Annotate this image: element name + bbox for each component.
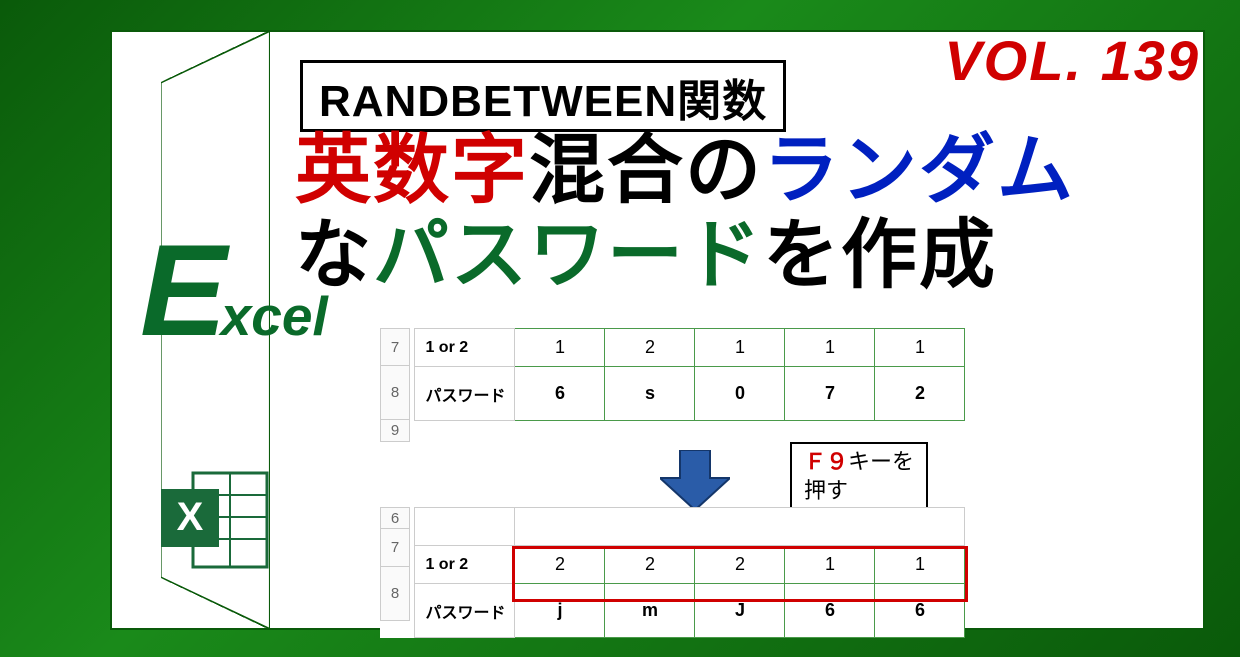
cell: m	[605, 584, 695, 638]
cell: s	[605, 367, 695, 421]
row-label: パスワード	[415, 367, 515, 421]
cell: 6	[785, 584, 875, 638]
volume-label: VOL. 139	[944, 28, 1200, 93]
cell: 2	[875, 367, 965, 421]
f9-key-label: Ｆ９	[804, 449, 848, 474]
grid-after: 1 or 2 2 2 2 1 1 パスワード j m J 6 6	[414, 507, 965, 638]
excel-wordmark: Excel	[140, 225, 328, 355]
cell: 7	[785, 367, 875, 421]
cell: 1	[875, 329, 965, 367]
row-label: パスワード	[415, 584, 515, 638]
row-label: 1 or 2	[415, 546, 515, 584]
cell: j	[515, 584, 605, 638]
headline: 英数字混合のランダム なパスワードを作成	[295, 128, 1075, 298]
headline-part: パスワード	[373, 213, 763, 298]
cell: 6	[875, 584, 965, 638]
excel-E: E	[140, 217, 227, 363]
cell: 2	[515, 546, 605, 584]
row-number: 7	[380, 529, 410, 567]
cell: 2	[695, 546, 785, 584]
cell: J	[695, 584, 785, 638]
cell: 1	[515, 329, 605, 367]
excel-app-icon: X	[155, 465, 275, 575]
row-numbers: 7 8 9	[380, 328, 410, 442]
cell: 2	[605, 546, 695, 584]
arrow-down-icon	[660, 450, 730, 515]
row-number: 8	[380, 366, 410, 420]
headline-part: ランダム	[763, 128, 1075, 213]
headline-part: 英数字	[295, 128, 529, 213]
row-label: 1 or 2	[415, 329, 515, 367]
row-numbers: 6 7 8	[380, 507, 410, 621]
function-name-box: RANDBETWEEN関数	[300, 60, 786, 132]
row-number: 6	[380, 507, 410, 529]
f9-text: 押す	[804, 477, 914, 506]
cell: 1	[695, 329, 785, 367]
cell: 0	[695, 367, 785, 421]
row-number: 8	[380, 567, 410, 621]
excel-xcel: xcel	[221, 285, 328, 347]
row-number: 9	[380, 420, 410, 442]
headline-part: 混合の	[529, 128, 763, 213]
cell: 2	[605, 329, 695, 367]
spreadsheet-after: 6 7 8 1 or 2 2 2 2 1 1 パスワード j m J 6 6	[380, 507, 965, 638]
headline-part: を作成	[763, 213, 997, 298]
cell: 1	[785, 329, 875, 367]
cell: 6	[515, 367, 605, 421]
grid-before: 1 or 2 1 2 1 1 1 パスワード 6 s 0 7 2	[414, 328, 965, 421]
cell: 1	[875, 546, 965, 584]
cell: 1	[785, 546, 875, 584]
f9-instruction: Ｆ９キーを 押す	[790, 442, 928, 511]
row-number: 7	[380, 328, 410, 366]
svg-text:X: X	[177, 495, 204, 539]
f9-text: キーを	[848, 449, 914, 474]
spreadsheet-before: 7 8 9 1 or 2 1 2 1 1 1 パスワード 6 s 0 7 2	[380, 328, 965, 442]
